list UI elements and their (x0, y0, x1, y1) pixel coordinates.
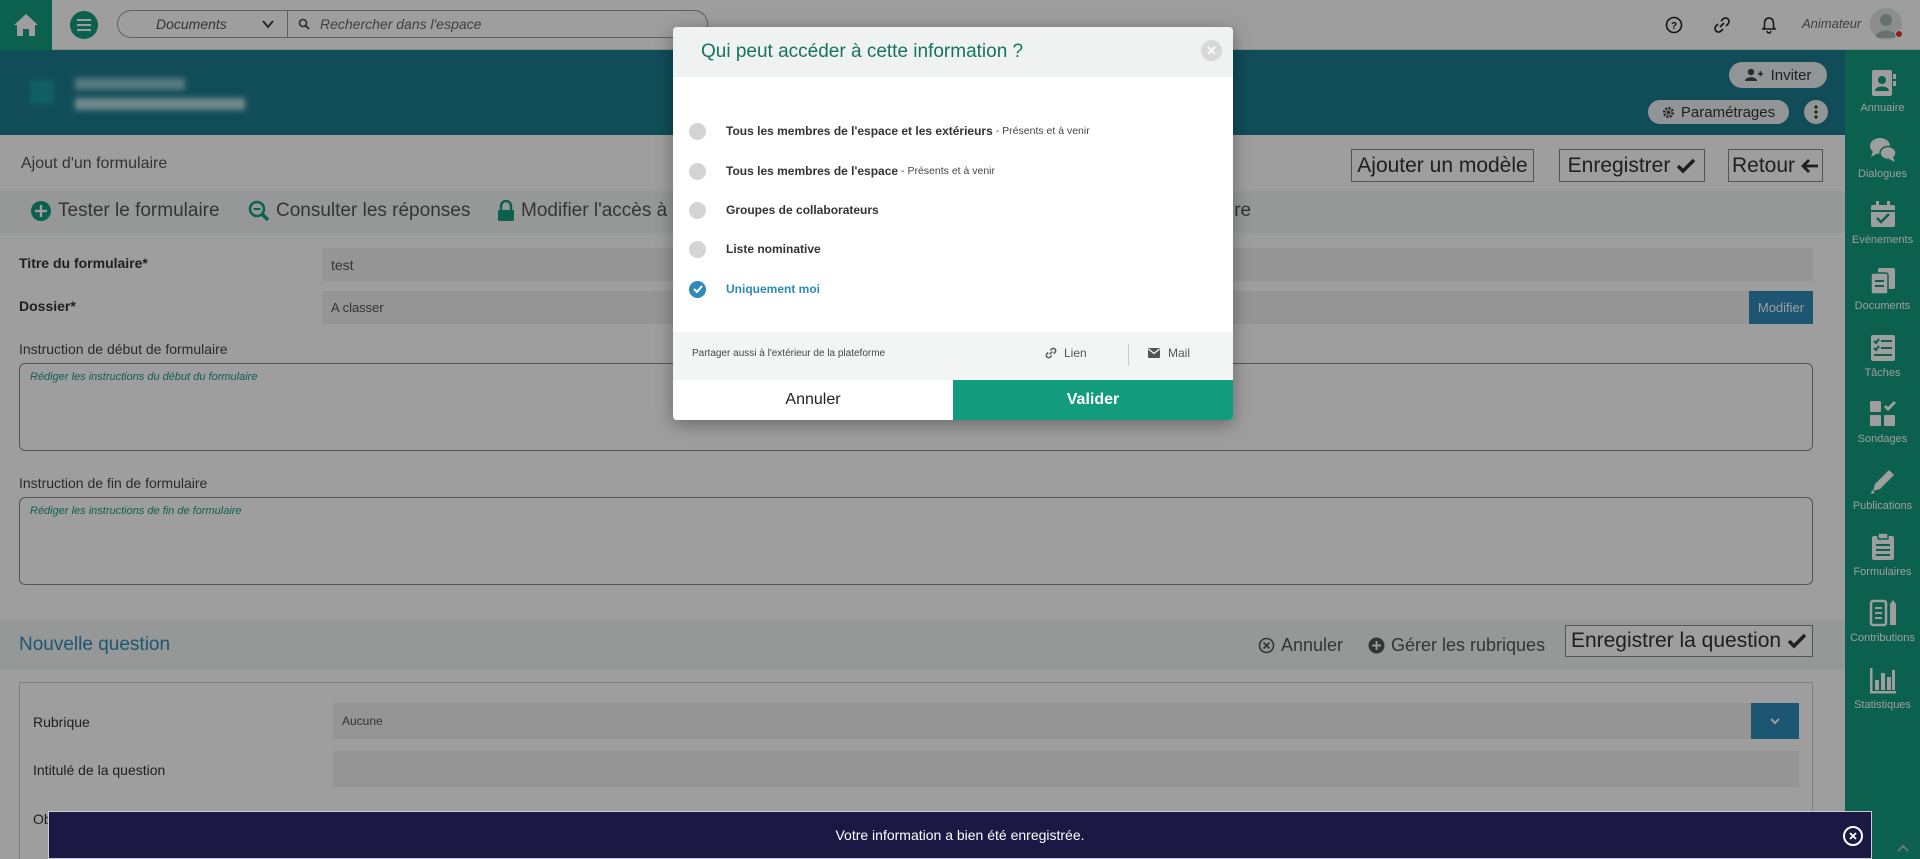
toast-close-button[interactable] (1843, 826, 1863, 846)
external-share-label: Partager aussi à l'extérieur de la plate… (692, 348, 886, 359)
modal-cancel-button[interactable]: Annuler (673, 380, 953, 420)
modal-title: Qui peut accéder à cette information ? (701, 41, 1024, 62)
access-option-groups[interactable]: Groupes de collaborateurs (689, 199, 879, 221)
radio-button[interactable] (689, 162, 706, 180)
link-icon (1045, 347, 1057, 359)
option-label: Liste nominative (726, 242, 821, 256)
option-label: Groupes de collaborateurs (726, 203, 879, 217)
share-divider (1128, 344, 1129, 366)
modal-close-button[interactable] (1201, 40, 1222, 61)
close-icon (1207, 46, 1216, 55)
scroll-top-button[interactable] (1893, 840, 1913, 856)
close-icon (1849, 832, 1857, 840)
envelope-icon (1148, 348, 1160, 358)
share-link-label: Lien (1064, 346, 1087, 360)
external-share-row: Partager aussi à l'extérieur de la plate… (673, 332, 1233, 380)
share-mail-button[interactable]: Mail (1148, 346, 1190, 360)
access-option-only-me[interactable]: Uniquement moi (689, 278, 820, 300)
modal-validate-label: Valider (1066, 391, 1120, 408)
option-label: Tous les membres de l'espace et les exté… (726, 124, 993, 138)
success-toast: Votre information a bien été enregistrée… (48, 811, 1872, 859)
access-option-members-and-external[interactable]: Tous les membres de l'espace et les exté… (689, 120, 1090, 142)
access-modal: Qui peut accéder à cette information ? T… (673, 27, 1233, 420)
option-sublabel: - Présents et à venir (901, 165, 996, 177)
modal-validate-button[interactable]: Valider (953, 380, 1233, 420)
share-mail-label: Mail (1168, 346, 1191, 360)
option-sublabel: - Présents et à venir (995, 125, 1090, 137)
radio-button-checked[interactable] (689, 280, 706, 298)
radio-button[interactable] (689, 201, 706, 219)
toast-message: Votre information a bien été enregistrée… (835, 827, 1085, 843)
check-icon (692, 285, 703, 293)
modal-cancel-label: Annuler (785, 391, 841, 408)
access-option-members[interactable]: Tous les membres de l'espace - Présents … (689, 160, 995, 182)
radio-button[interactable] (689, 240, 706, 258)
radio-button[interactable] (689, 122, 706, 140)
option-label: Uniquement moi (726, 282, 821, 296)
share-link-button[interactable]: Lien (1045, 346, 1087, 360)
chevron-up-icon (1897, 844, 1909, 852)
option-label: Tous les membres de l'espace (726, 164, 899, 178)
access-option-named-list[interactable]: Liste nominative (689, 238, 821, 260)
modal-header: Qui peut accéder à cette information ? (673, 27, 1233, 77)
